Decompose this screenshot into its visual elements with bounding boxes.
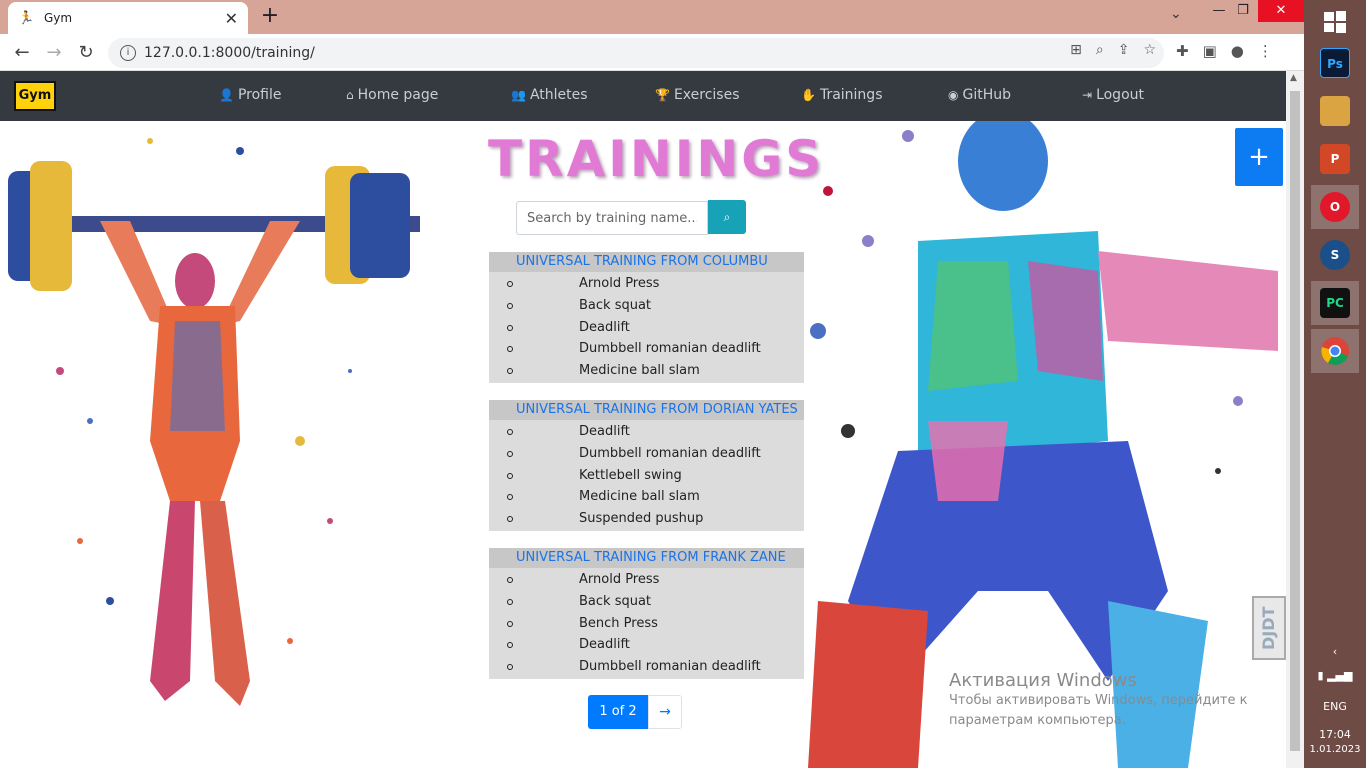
search-button[interactable]: ⌕ — [708, 200, 746, 234]
scroll-thumb[interactable] — [1290, 91, 1300, 751]
training-name-link[interactable]: UNIVERSAL TRAINING FROM FRANK ZANE — [489, 548, 804, 568]
address-bar[interactable]: i 127.0.0.1:8000/training/ ⊞ ⌕ ⇪ ☆ — [108, 38, 1164, 68]
nav-trainings[interactable]: ✋ Trainings — [801, 87, 883, 103]
next-page-button[interactable]: → — [648, 695, 682, 729]
exercise-item: Back squat — [489, 295, 804, 317]
nav-logout[interactable]: ⇥ Logout — [1082, 87, 1144, 103]
tray-expand-icon[interactable]: ‹ — [1304, 645, 1366, 658]
browser-tab[interactable]: 🏃 Gym ✕ — [8, 2, 248, 34]
pycharm-icon[interactable]: PC — [1311, 281, 1359, 325]
steam-icon[interactable]: S — [1311, 233, 1359, 277]
nav-github[interactable]: ◉ GitHub — [948, 87, 1011, 103]
windows-activation-watermark: Активация Windows Чтобы активировать Win… — [949, 670, 1248, 731]
page-scrollbar[interactable]: ▲ — [1286, 71, 1304, 768]
scroll-up-icon[interactable]: ▲ — [1290, 73, 1297, 83]
nav-profile[interactable]: 👤 Profile — [219, 87, 281, 103]
logout-icon: ⇥ — [1082, 88, 1093, 102]
exercise-item: Arnold Press — [489, 569, 804, 591]
exercise-item: Back squat — [489, 591, 804, 613]
nav-athletes[interactable]: 👥 Athletes — [511, 87, 588, 103]
powerpoint-icon[interactable]: P — [1311, 137, 1359, 181]
exercise-item: Deadlift — [489, 421, 804, 443]
nav-exercises[interactable]: 🏆 Exercises — [655, 87, 740, 103]
watermark-line: параметрам компьютера. — [949, 713, 1126, 728]
exercise-item: Kettlebell swing — [489, 465, 804, 487]
close-tab-icon[interactable]: ✕ — [225, 9, 238, 28]
clock-date[interactable]: 1.01.2023 — [1304, 744, 1366, 755]
back-icon[interactable]: ← — [10, 41, 34, 65]
training-name-link[interactable]: UNIVERSAL TRAINING FROM COLUMBU — [489, 252, 804, 272]
site-navbar: Gym 👤 Profile ⌂ Home page 👥 Athletes 🏆 Exerc… — [0, 71, 1286, 121]
tab-search-icon[interactable]: ⌄ — [1170, 6, 1182, 22]
django-debug-toolbar-handle[interactable]: DJDT — [1252, 596, 1286, 660]
share-icon[interactable]: ⇪ — [1118, 42, 1130, 58]
browser-tab-strip: 🏃 Gym ✕ + ⌄ — ❐ ✕ — [0, 0, 1304, 34]
network-battery-icons[interactable]: ▮ ▂▄▆ — [1304, 669, 1366, 682]
extensions-icon[interactable]: ✚ — [1176, 42, 1189, 60]
browser-menu-icon[interactable]: ⋮ — [1258, 42, 1273, 60]
weightlifter-illustration — [0, 121, 430, 768]
exercise-list: Deadlift Dumbbell romanian deadlift Kett… — [489, 420, 804, 531]
brand-logo[interactable]: Gym — [14, 81, 56, 111]
add-training-button[interactable]: + — [1235, 128, 1283, 186]
search-input[interactable] — [516, 201, 708, 235]
watermark-line: Чтобы активировать Windows, перейдите к — [949, 693, 1248, 708]
exercise-item: Medicine ball slam — [489, 486, 804, 508]
pagination: 1 of 2 → — [588, 695, 682, 729]
exercise-list: Arnold Press Back squat Bench Press Dead… — [489, 568, 804, 679]
hand-icon: ✋ — [801, 88, 816, 102]
windows-start-icon[interactable] — [1311, 0, 1359, 44]
profile-avatar-icon[interactable]: ● — [1231, 42, 1244, 60]
exercise-list: Arnold Press Back squat Deadlift Dumbbel… — [489, 272, 804, 383]
trophy-icon: 🏆 — [655, 88, 670, 102]
translate-icon[interactable]: ⊞ — [1070, 42, 1082, 58]
training-name-link[interactable]: UNIVERSAL TRAINING FROM DORIAN YATES — [489, 400, 804, 420]
tab-title: Gym — [44, 11, 73, 25]
nav-home-page[interactable]: ⌂ Home page — [346, 87, 438, 103]
home-icon: ⌂ — [346, 88, 354, 102]
browser-toolbar: ← → ↻ i 127.0.0.1:8000/training/ ⊞ ⌕ ⇪ ☆… — [0, 34, 1304, 71]
site-info-icon[interactable]: i — [120, 45, 136, 61]
page-title: TRAININGS — [488, 130, 825, 188]
training-card: UNIVERSAL TRAINING FROM DORIAN YATES Dea… — [489, 400, 804, 531]
photos-icon[interactable] — [1311, 89, 1359, 133]
reload-icon[interactable]: ↻ — [74, 41, 98, 65]
exercise-item: Deadlift — [489, 317, 804, 339]
training-card: UNIVERSAL TRAINING FROM FRANK ZANE Arnol… — [489, 548, 804, 679]
bookmark-star-icon[interactable]: ☆ — [1143, 42, 1156, 58]
language-indicator[interactable]: ENG — [1304, 700, 1366, 713]
new-tab-button[interactable]: + — [258, 4, 282, 28]
chrome-icon[interactable] — [1311, 329, 1359, 373]
gym-favicon-icon: 🏃 — [18, 10, 35, 26]
exercise-item: Dumbbell romanian deadlift — [489, 656, 804, 678]
zoom-icon[interactable]: ⌕ — [1096, 42, 1104, 58]
exercise-item: Suspended pushup — [489, 508, 804, 530]
opera-icon[interactable]: O — [1311, 185, 1359, 229]
side-panel-icon[interactable]: ▣ — [1203, 42, 1217, 60]
exercise-item: Deadlift — [489, 634, 804, 656]
clock-time[interactable]: 17:04 — [1304, 728, 1366, 741]
exercise-item: Medicine ball slam — [489, 360, 804, 382]
github-icon: ◉ — [948, 88, 959, 102]
exercise-item: Arnold Press — [489, 273, 804, 295]
exercise-item: Dumbbell romanian deadlift — [489, 338, 804, 360]
close-window-icon[interactable]: ✕ — [1258, 0, 1304, 22]
url-text: 127.0.0.1:8000/training/ — [144, 45, 315, 61]
exercise-item: Bench Press — [489, 613, 804, 635]
current-page-indicator: 1 of 2 — [588, 695, 648, 729]
forward-icon[interactable]: → — [42, 41, 66, 65]
search-icon: ⌕ — [723, 210, 731, 224]
training-card: UNIVERSAL TRAINING FROM COLUMBU Arnold P… — [489, 252, 804, 383]
users-icon: 👥 — [511, 88, 526, 102]
exercise-item: Dumbbell romanian deadlift — [489, 443, 804, 465]
photoshop-icon[interactable]: Ps — [1311, 41, 1359, 85]
user-icon: 👤 — [219, 88, 234, 102]
restore-window-icon[interactable]: ❐ — [1226, 0, 1260, 22]
watermark-title: Активация Windows — [949, 670, 1137, 691]
